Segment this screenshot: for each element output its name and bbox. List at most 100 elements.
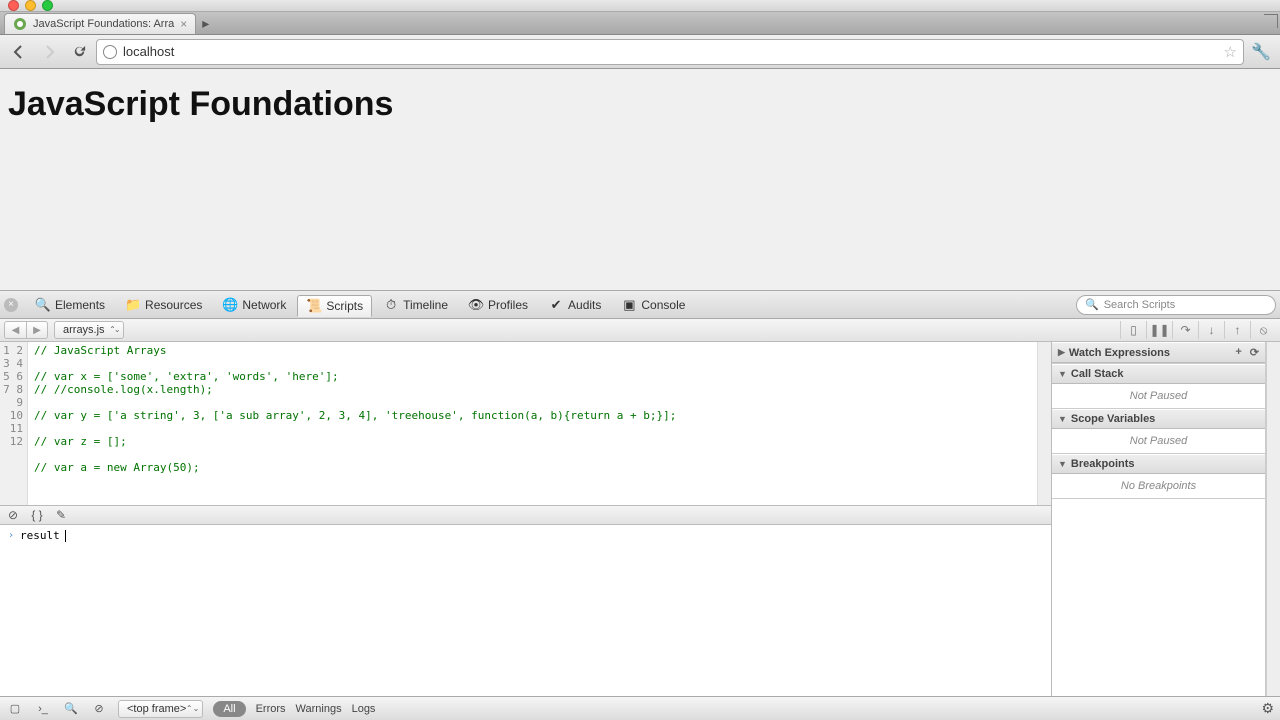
- scope-variables-header[interactable]: ▼ Scope Variables: [1052, 409, 1265, 429]
- watch-expressions-section: ▶ Watch Expressions + ⟳: [1052, 342, 1265, 364]
- disclosure-down-icon: ▼: [1058, 459, 1067, 469]
- console-drawer[interactable]: › result: [0, 525, 1051, 696]
- timeline-icon: ⏱: [383, 297, 399, 313]
- reload-button[interactable]: [66, 39, 92, 65]
- audits-icon: ✔: [548, 297, 564, 313]
- pause-on-exceptions-button[interactable]: ⊘: [6, 508, 20, 522]
- url-bar[interactable]: localhost ☆: [96, 39, 1244, 65]
- code-pane: 1 2 3 4 5 6 7 8 9 10 11 12 // JavaScript…: [0, 342, 1052, 696]
- tab-timeline[interactable]: ⏱Timeline: [374, 294, 457, 316]
- dock-button[interactable]: ▢: [6, 700, 24, 718]
- tab-title: JavaScript Foundations: Arra: [33, 18, 174, 30]
- watch-actions: + ⟳: [1235, 346, 1259, 359]
- tab-profiles[interactable]: 👁Profiles: [459, 294, 537, 316]
- filter-all[interactable]: All: [213, 701, 245, 717]
- edit-button[interactable]: ✎: [54, 508, 68, 522]
- window-zoom-button[interactable]: [42, 0, 53, 11]
- watch-expressions-header[interactable]: ▶ Watch Expressions + ⟳: [1052, 342, 1265, 363]
- traffic-lights: [8, 0, 53, 11]
- debug-sidebar: ▶ Watch Expressions + ⟳ ▼ Call Stack Not…: [1052, 342, 1266, 696]
- call-stack-body: Not Paused: [1052, 384, 1265, 408]
- text-cursor: [65, 530, 66, 542]
- code-scrollbar[interactable]: [1037, 342, 1051, 505]
- elements-icon: 🔍: [35, 297, 51, 313]
- frame-selector[interactable]: <top frame>: [118, 700, 203, 718]
- step-into-button[interactable]: ↓: [1198, 321, 1224, 339]
- browser-tab[interactable]: JavaScript Foundations: Arra ×: [4, 13, 196, 34]
- devtools-close-button[interactable]: ×: [4, 298, 18, 312]
- globe-icon: [103, 45, 117, 59]
- tab-console[interactable]: ▣Console: [612, 294, 694, 316]
- devtools-statusbar: ▢ ›_ 🔍 ⊘ <top frame> All Errors Warnings…: [0, 696, 1280, 720]
- back-button[interactable]: [6, 39, 32, 65]
- step-over-button[interactable]: ↷: [1172, 321, 1198, 339]
- deactivate-breakpoints-button[interactable]: ⦸: [1250, 321, 1276, 339]
- network-icon: 🌐: [222, 297, 238, 313]
- scope-variables-body: Not Paused: [1052, 429, 1265, 453]
- line-gutter: 1 2 3 4 5 6 7 8 9 10 11 12: [0, 342, 28, 505]
- browser-toolbar: localhost ☆ 🔧: [0, 35, 1280, 69]
- browser-tab-strip: JavaScript Foundations: Arra × ▸: [0, 12, 1280, 35]
- maximize-icon[interactable]: [1264, 14, 1278, 28]
- devtools-body: 1 2 3 4 5 6 7 8 9 10 11 12 // JavaScript…: [0, 342, 1280, 696]
- disclosure-right-icon: ▶: [1058, 347, 1065, 358]
- scope-variables-section: ▼ Scope Variables Not Paused: [1052, 409, 1265, 454]
- disclosure-down-icon: ▼: [1058, 369, 1067, 379]
- nav-next-button[interactable]: ▶: [26, 321, 48, 339]
- call-stack-header[interactable]: ▼ Call Stack: [1052, 364, 1265, 384]
- tab-resources[interactable]: 📁Resources: [116, 294, 211, 316]
- code-content: // JavaScript Arrays // var x = ['some',…: [28, 342, 676, 505]
- sidebar-toggle-button[interactable]: ▯: [1120, 321, 1146, 339]
- window-minimize-button[interactable]: [25, 0, 36, 11]
- refresh-watch-button[interactable]: ⟳: [1250, 346, 1259, 359]
- step-out-button[interactable]: ↑: [1224, 321, 1250, 339]
- tab-favicon: [13, 17, 27, 31]
- search-icon: 🔍: [1085, 298, 1099, 311]
- code-toolbar: ⊘ { } ✎: [0, 505, 1051, 525]
- sidebar-scrollbar[interactable]: [1266, 342, 1280, 696]
- forward-button[interactable]: [36, 39, 62, 65]
- wrench-menu-button[interactable]: 🔧: [1248, 39, 1274, 65]
- breakpoints-section: ▼ Breakpoints No Breakpoints: [1052, 454, 1265, 499]
- filter-errors[interactable]: Errors: [256, 703, 286, 715]
- pause-button[interactable]: ❚❚: [1146, 321, 1172, 339]
- tab-elements[interactable]: 🔍Elements: [26, 294, 114, 316]
- nav-prev-button[interactable]: ◀: [4, 321, 26, 339]
- clear-console-button[interactable]: ⊘: [90, 700, 108, 718]
- new-tab-button[interactable]: ▸: [202, 15, 209, 32]
- add-watch-button[interactable]: +: [1235, 346, 1241, 359]
- url-text: localhost: [123, 44, 174, 59]
- debugger-controls: ▯ ❚❚ ↷ ↓ ↑ ⦸: [1120, 321, 1276, 339]
- console-icon: ▣: [621, 297, 637, 313]
- tab-scripts[interactable]: 📜Scripts: [297, 295, 372, 317]
- breakpoints-header[interactable]: ▼ Breakpoints: [1052, 454, 1265, 474]
- tab-close-button[interactable]: ×: [180, 17, 187, 31]
- devtools-search[interactable]: 🔍 Search Scripts: [1076, 295, 1276, 315]
- scripts-icon: 📜: [306, 298, 322, 314]
- devtools-tabbar: × 🔍Elements 📁Resources 🌐Network 📜Scripts…: [0, 291, 1280, 319]
- pretty-print-button[interactable]: { }: [30, 508, 44, 522]
- settings-gear-button[interactable]: ⚙: [1261, 700, 1274, 717]
- page-heading: JavaScript Foundations: [8, 85, 1272, 124]
- file-selector[interactable]: arrays.js: [54, 321, 124, 339]
- bookmark-star-icon[interactable]: ☆: [1224, 43, 1237, 61]
- disclosure-down-icon: ▼: [1058, 414, 1067, 424]
- breakpoints-body: No Breakpoints: [1052, 474, 1265, 498]
- call-stack-section: ▼ Call Stack Not Paused: [1052, 364, 1265, 409]
- tab-network[interactable]: 🌐Network: [213, 294, 295, 316]
- search-button[interactable]: 🔍: [62, 700, 80, 718]
- devtools-panel: × 🔍Elements 📁Resources 🌐Network 📜Scripts…: [0, 290, 1280, 720]
- window-close-button[interactable]: [8, 0, 19, 11]
- console-input-text: result: [20, 529, 60, 542]
- scripts-subbar: ◀ ▶ arrays.js ▯ ❚❚ ↷ ↓ ↑ ⦸: [0, 319, 1280, 342]
- filter-warnings[interactable]: Warnings: [296, 703, 342, 715]
- resources-icon: 📁: [125, 297, 141, 313]
- page-viewport: JavaScript Foundations: [0, 69, 1280, 290]
- filter-logs[interactable]: Logs: [352, 703, 376, 715]
- console-prompt-icon: ›: [8, 530, 14, 541]
- show-console-button[interactable]: ›_: [34, 700, 52, 718]
- profiles-icon: 👁: [468, 297, 484, 313]
- tab-audits[interactable]: ✔Audits: [539, 294, 610, 316]
- code-area[interactable]: 1 2 3 4 5 6 7 8 9 10 11 12 // JavaScript…: [0, 342, 1051, 505]
- console-input-line[interactable]: › result: [8, 529, 1043, 542]
